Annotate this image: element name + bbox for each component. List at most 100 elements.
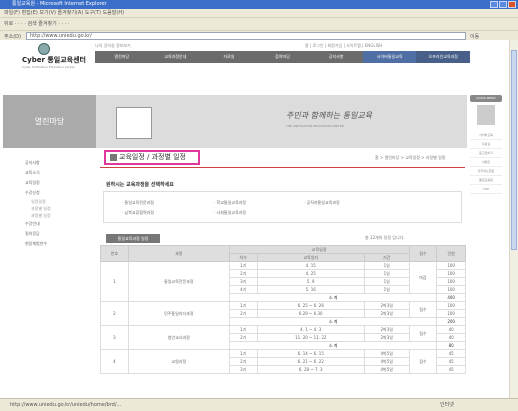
col-limit: 인원 [436, 245, 466, 262]
side-nav-item[interactable]: 질의응답 [25, 229, 95, 239]
subtotal-value: 80 [436, 341, 466, 350]
status-bar: http://www.uniedu.go.kr/uniedu/home/brd/… [0, 398, 518, 411]
cell-course[interactable]: 통일교육전문과정 [127, 261, 230, 302]
cell-period: 1기 [228, 325, 258, 334]
browser-toolbar[interactable]: 뒤로 · · · · 검색 즐겨찾기 · · · · [0, 17, 518, 30]
side-nav-item[interactable]: 수강신청 [25, 188, 95, 198]
course-link[interactable]: 공직자통일교육과정 [304, 200, 340, 206]
nav-item[interactable]: 열린마당 [95, 51, 149, 63]
nav-item[interactable]: 교육과정안내 [149, 51, 203, 63]
title-icon [110, 153, 117, 161]
side-nav-item[interactable]: 교육일정 [25, 178, 95, 188]
subtotal-value: 200 [436, 317, 466, 326]
side-nav-item[interactable]: 현장체험연수 [25, 239, 95, 249]
cell-days: 1일 [363, 285, 410, 294]
breadcrumb[interactable]: 홈 > 열린마당 > 교육일정 > 과정별 일정 [375, 155, 445, 161]
cell-limit: 100 [436, 309, 466, 318]
course-link[interactable]: 통일교육전문과정 [122, 200, 154, 206]
table-row: 3 청년교사과정 1기 4. 1 ~ 4. 3 2박3일 접수 40 [100, 325, 466, 350]
cell-period: 1기 [228, 261, 258, 270]
cell-limit: 100 [436, 301, 466, 310]
cell-limit: 100 [436, 261, 466, 270]
web-page: Cyber 통일교육센터 Cyber Unification Education … [0, 40, 509, 398]
window-controls [490, 1, 516, 8]
cell-date: 6.29 ~ 6.30 [256, 309, 365, 318]
quick-link[interactable]: 이벤트 [470, 158, 502, 167]
cell-no: 1 [100, 261, 129, 302]
utility-links[interactable]: 홈 | 로그인 | 회원가입 | 사이트맵 | ENGLISH [305, 43, 382, 49]
address-input[interactable]: http://www.uniedu.go.kr/ [26, 32, 466, 40]
side-nav-subitem[interactable]: 과정별 일정 [25, 212, 95, 219]
cell-limit: 100 [436, 277, 466, 286]
cell-period: 3기 [228, 365, 258, 374]
nav-item[interactable]: 공지사항 [309, 51, 363, 63]
cell-days: 2박3일 [363, 325, 410, 334]
cell-limit: 45 [436, 357, 466, 366]
side-nav-subitem[interactable]: 일정일정 [25, 198, 95, 205]
col-days: 기간 [363, 253, 410, 262]
go-button[interactable]: 이동 [470, 33, 479, 40]
quick-menu-title: QUICK MENU [470, 95, 502, 102]
nav-item[interactable]: 자료실 [202, 51, 256, 63]
schedule-tab[interactable]: 통일교육과정 일정 [106, 234, 160, 243]
schedule-count: 총 12개의 일정 입니다. [365, 235, 405, 240]
side-nav-item[interactable]: 공지사항 [25, 158, 95, 168]
course-link[interactable]: 사회통일교육과정 [214, 210, 246, 216]
cell-limit: 40 [436, 333, 466, 342]
course-link[interactable]: 학교통일교육과정 [214, 200, 246, 206]
nav-item[interactable]: 오프라인교육과정 [416, 51, 471, 63]
cell-apply[interactable]: 접수 [408, 325, 438, 342]
nav-item[interactable]: 사이버통일교육 [362, 51, 417, 63]
maximize-button[interactable] [499, 1, 507, 8]
cell-course[interactable]: 민주통일리더과정 [127, 301, 230, 326]
cell-days: 4박5일 [363, 365, 410, 374]
quick-link[interactable]: 자료실 [470, 140, 502, 149]
quick-link[interactable]: TOP [470, 185, 502, 194]
cell-days: 1일 [363, 261, 410, 270]
cell-apply[interactable]: 접수 [408, 301, 438, 318]
cell-apply[interactable]: 접수 [408, 349, 438, 374]
col-date: 교육일자 [256, 253, 365, 262]
address-label: 주소(D) [4, 34, 21, 40]
side-nav: 공지사항 교육소식 교육일정 수강신청 일정일정 과정별 일정 과정별 일정 수… [25, 158, 95, 249]
vertical-scrollbar[interactable] [509, 40, 518, 398]
section-title: 열린마당 [3, 95, 96, 148]
col-no: 번호 [100, 245, 129, 262]
quick-link[interactable]: 묻고답하기 [470, 149, 502, 158]
my-classroom-link[interactable]: 나의 강의실 정보보기 [95, 43, 131, 49]
address-bar: 주소(D) http://www.uniedu.go.kr/ 이동 [0, 30, 518, 40]
menu-bar[interactable]: 파일(F) 편집(E) 보기(V) 즐겨찾기(A) 도구(T) 도움말(H) [0, 9, 518, 17]
cell-date: 6. 14 ~ 6. 15 [256, 349, 365, 358]
cell-period: 3기 [228, 277, 258, 286]
nav-item[interactable]: 참여마당 [256, 51, 310, 63]
cell-period: 1기 [228, 301, 258, 310]
minimize-button[interactable] [490, 1, 498, 8]
side-nav-item[interactable]: 수강안내 [25, 219, 95, 229]
cell-limit: 100 [436, 269, 466, 278]
table-row: 1 통일교육전문과정 1기 4. 15 1일 마감 100 [100, 261, 466, 302]
close-button[interactable] [508, 1, 516, 8]
cell-date: 5. 9 [256, 277, 365, 286]
hero-subtext: THE UNIFICATION EDUCATION CENTER [286, 124, 344, 128]
cell-course[interactable]: 교원과정 [127, 349, 230, 374]
course-link[interactable]: 남북교류협력과정 [122, 210, 154, 216]
quick-link[interactable]: 통일교육원 [470, 176, 502, 185]
cell-limit: 45 [436, 365, 466, 374]
side-nav-subitem[interactable]: 과정별 일정 [25, 205, 95, 212]
quick-link[interactable]: 자주하는질문 [470, 167, 502, 176]
side-nav-item[interactable]: 교육소식 [25, 168, 95, 178]
cell-days: 1일 [363, 277, 410, 286]
quick-menu-image [477, 105, 495, 125]
schedule-table: 번호 과정 교육일정 접수 인원 차수 교육일자 기간 1 통일교육전문과정 1기 4… [100, 245, 466, 374]
cell-days: 4박5일 [363, 357, 410, 366]
quick-link[interactable]: 사이버교육 [470, 131, 502, 140]
scroll-thumb[interactable] [511, 50, 517, 250]
cell-days: 2박3일 [363, 333, 410, 342]
cell-course[interactable]: 청년교사과정 [127, 325, 230, 350]
cell-days: 2박3일 [363, 309, 410, 318]
cell-apply[interactable]: 마감 [408, 261, 438, 294]
cell-date: 4. 1 ~ 4. 3 [256, 325, 365, 334]
col-apply: 접수 [408, 245, 438, 262]
site-logo[interactable]: Cyber 통일교육센터 Cyber Unification Education … [22, 55, 86, 69]
cell-period: 2기 [228, 269, 258, 278]
